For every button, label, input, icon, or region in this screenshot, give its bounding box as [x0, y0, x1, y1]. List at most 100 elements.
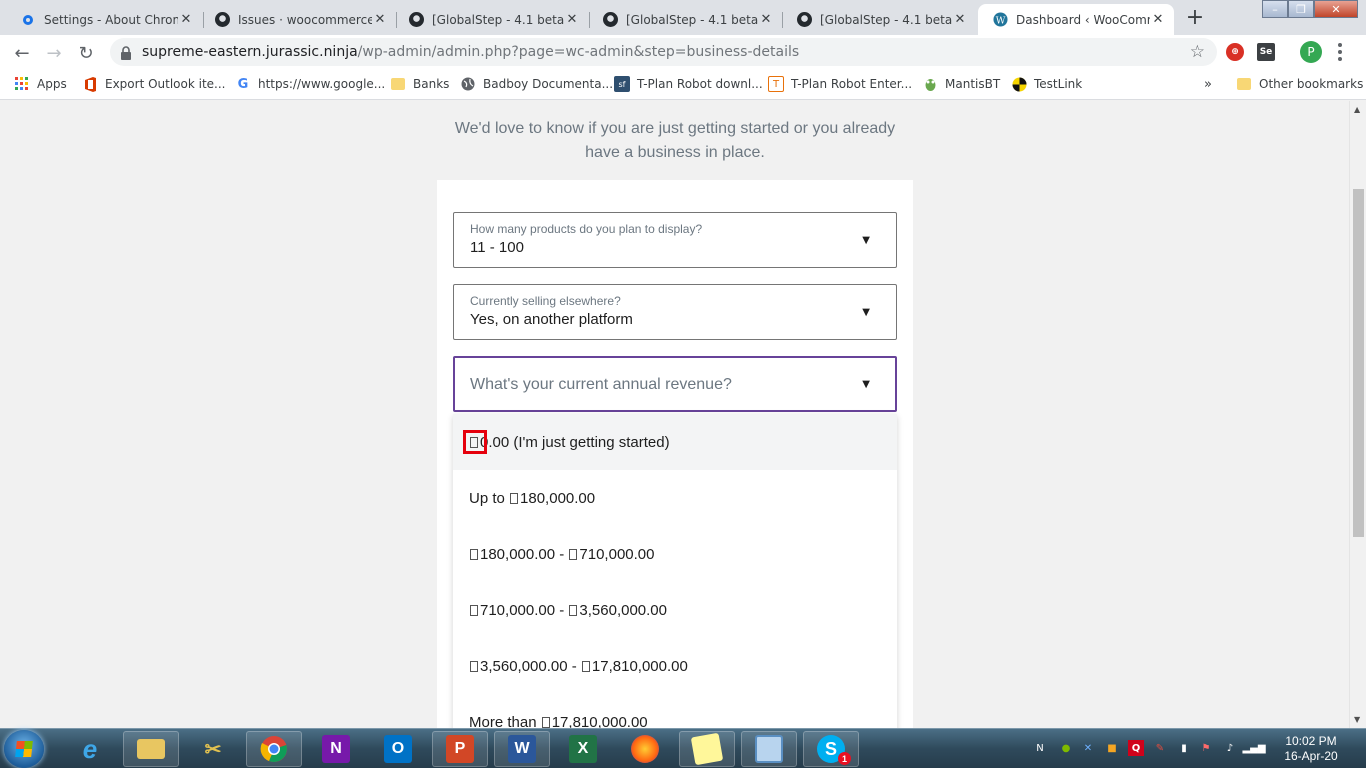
revenue-option[interactable]: 0.00 (I'm just getting started)	[453, 414, 897, 470]
bookmark-label: https://www.google...	[258, 77, 386, 91]
annual-revenue-select[interactable]: What's your current annual revenue? ▼	[453, 356, 897, 412]
revenue-option-text: 17,810,000.00	[591, 657, 688, 675]
bookmark-apps[interactable]: Apps	[14, 75, 67, 93]
bookmark-label: TestLink	[1034, 77, 1083, 91]
svg-text:W: W	[995, 15, 1005, 26]
close-tab-icon[interactable]: ✕	[178, 12, 194, 28]
ie-icon[interactable]: e	[62, 731, 118, 767]
minimize-button[interactable]: –	[1262, 0, 1288, 18]
intro-line-1: We'd love to know if you are just gettin…	[454, 120, 896, 137]
close-tab-icon[interactable]: ✕	[1150, 12, 1166, 28]
sf-icon: sf	[614, 76, 630, 92]
other-bookmarks[interactable]: Other bookmarks	[1236, 75, 1363, 93]
testlink-icon	[1011, 76, 1027, 92]
revenue-option-prefix: More than	[469, 713, 541, 729]
tab-issues[interactable]: Issues · woocommerce/woocommerce-admin ✕	[200, 4, 396, 35]
forward-arrow-icon[interactable]: →	[40, 39, 68, 67]
tab-dashboard-active[interactable]: W Dashboard ‹ WooCommerce ✕	[978, 4, 1174, 35]
dropdown-arrow-icon: ▼	[862, 307, 870, 318]
bookmarks-overflow-chevron[interactable]: »	[1204, 75, 1212, 93]
battery-icon[interactable]: ▮	[1176, 740, 1192, 756]
tab-title: [GlobalStep - 4.1 beta 1]	[820, 12, 952, 27]
revenue-option[interactable]: 710,000.00 - 3,560,000.00	[453, 582, 897, 638]
revenue-option-range-start: 180,000.00 -	[480, 545, 569, 563]
close-tab-icon[interactable]: ✕	[758, 12, 774, 28]
firefox-icon[interactable]	[617, 731, 673, 767]
bookmark-testlink[interactable]: TestLink	[1011, 75, 1082, 93]
tray-orange-icon[interactable]: ■	[1104, 740, 1120, 756]
file-explorer-icon[interactable]	[123, 731, 179, 767]
bookmark-label: Apps	[37, 77, 67, 91]
close-tab-icon[interactable]: ✕	[372, 12, 388, 28]
revenue-option[interactable]: 3,560,000.00 - 17,810,000.00	[453, 638, 897, 694]
tab-title: Settings - About Chrome	[44, 12, 178, 27]
address-bar[interactable]: supreme-eastern.jurassic.ninja/wp-admin/…	[110, 38, 1217, 66]
revenue-option[interactable]: 180,000.00 - 710,000.00	[453, 526, 897, 582]
tray-nx-icon[interactable]: N	[1032, 740, 1048, 756]
chrome-icon[interactable]	[246, 731, 302, 767]
selling-elsewhere-select[interactable]: Currently selling elsewhere? Yes, on ano…	[453, 284, 897, 340]
new-tab-button[interactable]: +	[1181, 5, 1209, 30]
scroll-up-arrow-icon[interactable]: ▲	[1354, 105, 1360, 114]
onenote-icon[interactable]: N	[308, 731, 364, 767]
tools-icon[interactable]: ✂	[185, 731, 241, 767]
bookmark-tplan-download[interactable]: sf T-Plan Robot downl...	[614, 75, 763, 93]
bookmark-star-icon[interactable]: ☆	[1190, 42, 1205, 62]
system-clock[interactable]: 10:02 PM 16-Apr-20	[1276, 734, 1346, 764]
tray-green-icon[interactable]: ●	[1058, 740, 1074, 756]
scrollbar-thumb[interactable]	[1353, 189, 1364, 537]
tray-pdf-icon[interactable]: ✎	[1152, 740, 1168, 756]
clock-time: 10:02 PM	[1285, 734, 1337, 748]
word-icon[interactable]: W	[494, 731, 550, 767]
start-button[interactable]	[4, 730, 44, 768]
profile-avatar[interactable]: P	[1300, 41, 1322, 63]
bookmark-badboy[interactable]: Badboy Documenta...	[460, 75, 613, 93]
tray-network-tool-icon[interactable]: ✕	[1080, 740, 1096, 756]
tray-q-icon[interactable]: Q	[1128, 740, 1144, 756]
currency-glyph-icon	[470, 604, 478, 616]
gear-icon	[20, 12, 36, 28]
remote-desktop-icon[interactable]	[741, 731, 797, 767]
close-tab-icon[interactable]: ✕	[952, 12, 968, 28]
bookmark-tplan-enterprise[interactable]: T T-Plan Robot Enter...	[768, 75, 912, 93]
currency-glyph-icon	[470, 660, 478, 672]
volume-icon[interactable]: ♪	[1222, 740, 1238, 756]
close-window-button[interactable]: ✕	[1314, 0, 1358, 18]
bookmark-label: Banks	[413, 77, 450, 91]
close-tab-icon[interactable]: ✕	[564, 12, 580, 28]
tab-globalstep-1[interactable]: [GlobalStep - 4.1 beta 1] ✕	[394, 4, 588, 35]
scroll-down-arrow-icon[interactable]: ▼	[1354, 715, 1360, 724]
tab-settings[interactable]: Settings - About Chrome ✕	[6, 4, 202, 35]
currency-glyph-icon	[510, 492, 519, 504]
google-icon: G	[237, 76, 249, 92]
bookmark-mantisbt[interactable]: MantisBT	[922, 75, 1000, 93]
products-count-select[interactable]: How many products do you plan to display…	[453, 212, 897, 268]
tab-globalstep-2[interactable]: [GlobalStep - 4.1 beta 1] ✕	[588, 4, 782, 35]
bookmark-export-outlook[interactable]: Export Outlook ite...	[82, 75, 226, 93]
revenue-option[interactable]: More than 17,810,000.00	[453, 694, 897, 729]
revenue-option[interactable]: Up to 180,000.00	[453, 470, 897, 526]
sticky-notes-icon[interactable]	[679, 731, 735, 767]
reload-icon[interactable]: ↻	[72, 39, 100, 67]
maximize-button[interactable]: ❐	[1288, 0, 1314, 18]
bookmark-banks[interactable]: Banks	[390, 75, 449, 93]
chrome-menu-icon[interactable]	[1335, 41, 1345, 63]
page-scrollbar[interactable]: ▲ ▼	[1349, 101, 1366, 728]
selling-elsewhere-value: Yes, on another platform	[470, 311, 633, 328]
tab-title: [GlobalStep - 4.1 beta 1]	[432, 12, 564, 27]
tab-title: [GlobalStep - 4.1 beta 1]	[626, 12, 758, 27]
excel-icon[interactable]: X	[555, 731, 611, 767]
selenium-ide-icon[interactable]: Se	[1257, 43, 1275, 61]
skype-icon[interactable]: S 1	[803, 731, 859, 767]
currency-glyph-icon	[569, 604, 578, 616]
outlook-icon[interactable]: O	[370, 731, 426, 767]
extension-red-icon[interactable]: ⊕	[1226, 43, 1244, 61]
powerpoint-icon[interactable]: P	[432, 731, 488, 767]
revenue-option-text: 0.00 (I'm just getting started)	[480, 433, 670, 451]
back-arrow-icon[interactable]: ←	[8, 39, 36, 67]
signal-icon[interactable]: ▂▄▆	[1242, 740, 1265, 756]
bookmark-google[interactable]: G https://www.google...	[235, 75, 386, 93]
tray-flag-icon[interactable]: ⚑	[1198, 740, 1214, 756]
github-icon	[408, 12, 424, 28]
tab-globalstep-3[interactable]: [GlobalStep - 4.1 beta 1] ✕	[782, 4, 976, 35]
